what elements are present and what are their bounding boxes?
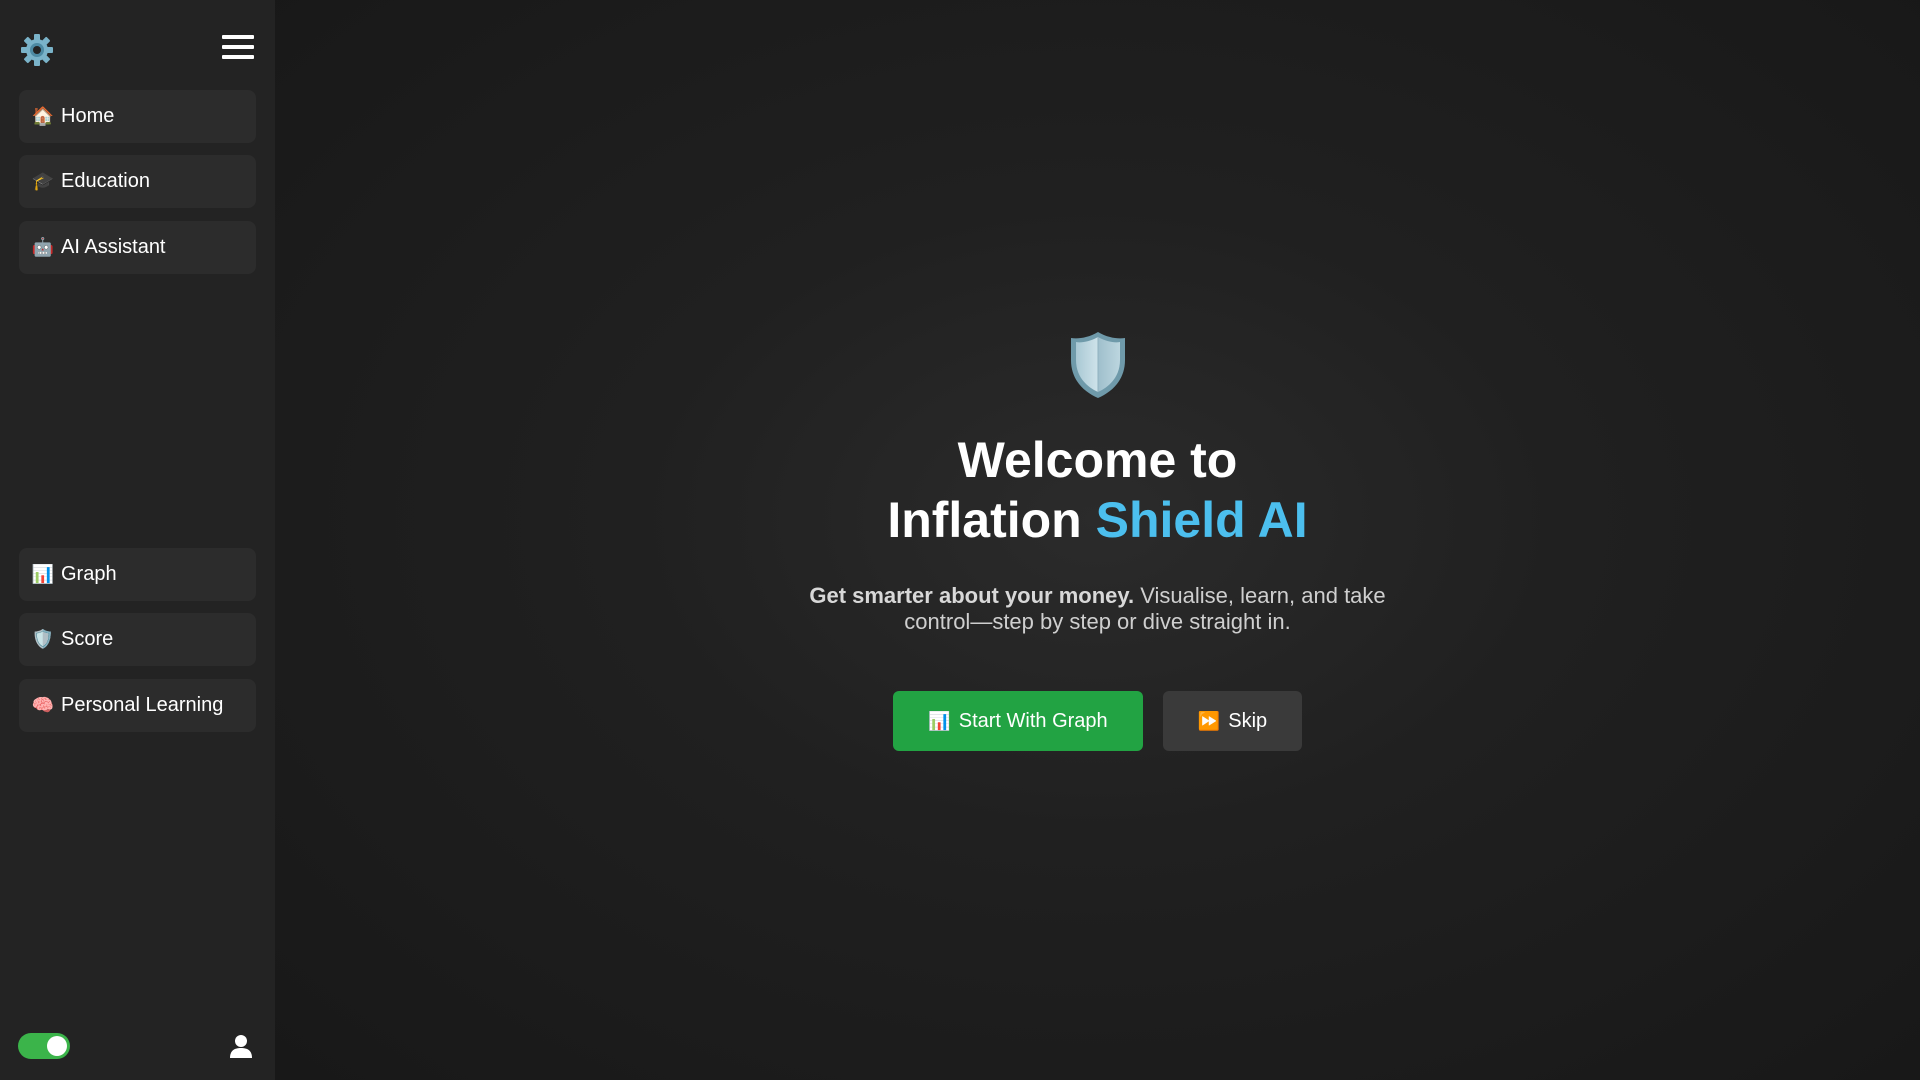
sidebar-item-label: Personal Learning xyxy=(61,694,224,716)
skip-label: Skip xyxy=(1228,709,1268,732)
title-line-2: Inflation xyxy=(887,492,1096,548)
hamburger-icon[interactable] xyxy=(222,34,254,60)
subtitle: Get smarter about your money. Visualise,… xyxy=(798,583,1398,635)
sidebar-item-label: Education xyxy=(61,170,150,192)
title-line-1: Welcome to xyxy=(957,432,1238,488)
sidebar-item-label: Graph xyxy=(61,563,117,585)
graduation-cap-icon: 🎓 xyxy=(31,171,55,192)
page-title: Welcome to Inflation Shield AI xyxy=(275,430,1920,550)
title-accent: Shield AI xyxy=(1095,492,1308,548)
robot-icon: 🤖 xyxy=(31,237,55,258)
start-with-graph-label: Start With Graph xyxy=(958,709,1108,732)
toggle-knob xyxy=(47,1036,67,1056)
bar-chart-icon: 📊 xyxy=(31,564,55,585)
cta-buttons: 📊 Start With Graph ⏩ Skip xyxy=(275,691,1920,751)
bar-chart-icon: 📊 xyxy=(928,710,951,732)
sidebar-item-graph[interactable]: 📊 Graph xyxy=(19,548,256,601)
hero: Welcome to Inflation Shield AI Get smart… xyxy=(275,330,1920,751)
sidebar-item-personal-learning[interactable]: 🧠 Personal Learning xyxy=(19,679,256,732)
sidebar-item-label: Home xyxy=(61,105,115,127)
gear-icon[interactable] xyxy=(19,32,55,68)
brain-icon: 🧠 xyxy=(31,695,55,716)
main-content: Welcome to Inflation Shield AI Get smart… xyxy=(275,0,1920,1080)
sidebar-item-label: AI Assistant xyxy=(61,236,166,258)
start-with-graph-button[interactable]: 📊 Start With Graph xyxy=(893,691,1143,751)
user-icon[interactable] xyxy=(228,1033,254,1059)
sidebar-item-score[interactable]: 🛡️ Score xyxy=(19,613,256,666)
shield-icon: 🛡️ xyxy=(31,629,55,650)
theme-toggle[interactable] xyxy=(18,1033,70,1059)
sidebar-item-ai-assistant[interactable]: 🤖 AI Assistant xyxy=(19,221,256,274)
sidebar-item-home[interactable]: 🏠 Home xyxy=(19,90,256,143)
sidebar-item-education[interactable]: 🎓 Education xyxy=(19,155,256,208)
shield-icon xyxy=(1070,332,1125,398)
skip-button[interactable]: ⏩ Skip xyxy=(1163,691,1302,751)
sidebar-item-label: Score xyxy=(61,628,114,650)
app-root: 🏠 Home 🎓 Education 🤖 AI Assistant 📊 Grap… xyxy=(0,0,1920,1080)
fast-forward-icon: ⏩ xyxy=(1197,710,1221,732)
sidebar: 🏠 Home 🎓 Education 🤖 AI Assistant 📊 Grap… xyxy=(0,0,275,1080)
subtitle-bold: Get smarter about your money. xyxy=(809,583,1135,608)
house-icon: 🏠 xyxy=(31,106,55,127)
